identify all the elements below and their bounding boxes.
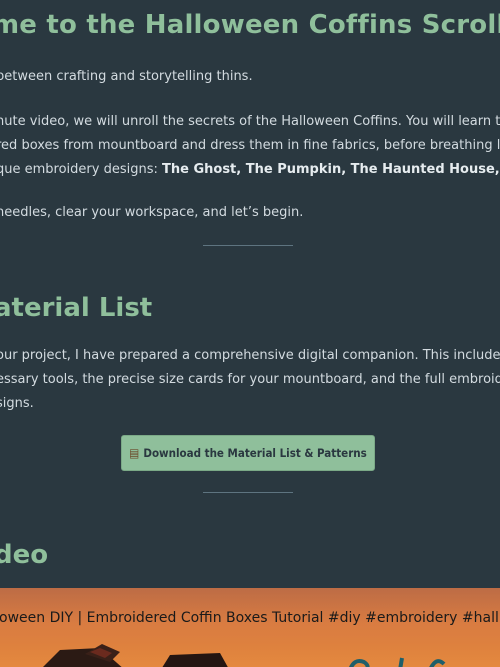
welcome-line-2: nute video, we will unroll the secrets o… [0, 114, 500, 129]
welcome-line-4-text: que embroidery designs: [0, 162, 162, 177]
download-button-label: Download the Material List & Patterns [143, 446, 367, 460]
page: me to the Halloween Coffins Scroll betwe… [0, 0, 500, 667]
scroll-icon: ▤ [129, 446, 140, 460]
welcome-line-3: red boxes from mountboard and dress them… [0, 138, 500, 153]
materials-line-3: signs. [0, 396, 34, 411]
materials-line-2: essary tools, the precise size cards for… [0, 372, 500, 387]
welcome-line-5: needles, clear your workspace, and let’s… [0, 205, 304, 220]
coffin-thumbnail-graphic [43, 644, 122, 667]
welcome-heading: me to the Halloween Coffins Scroll [0, 10, 500, 40]
decorative-swirl-graphic [349, 657, 446, 667]
embroidery-designs-list: The Ghost, The Pumpkin, The Haunted Hous… [162, 162, 500, 177]
section-divider [203, 245, 293, 246]
video-heading: deo [0, 540, 49, 570]
materials-line-1: our project, I have prepared a comprehen… [0, 348, 500, 363]
coffin-lid-graphic [162, 653, 228, 667]
material-list-heading: aterial List [0, 293, 153, 323]
video-title[interactable]: oween DIY | Embroidered Coffin Boxes Tut… [0, 610, 500, 626]
download-material-list-button[interactable]: ▤ Download the Material List & Patterns [121, 435, 375, 471]
welcome-line-1: between crafting and storytelling thins. [0, 69, 253, 84]
welcome-line-4: que embroidery designs: The Ghost, The P… [0, 158, 500, 182]
section-divider [203, 492, 293, 493]
